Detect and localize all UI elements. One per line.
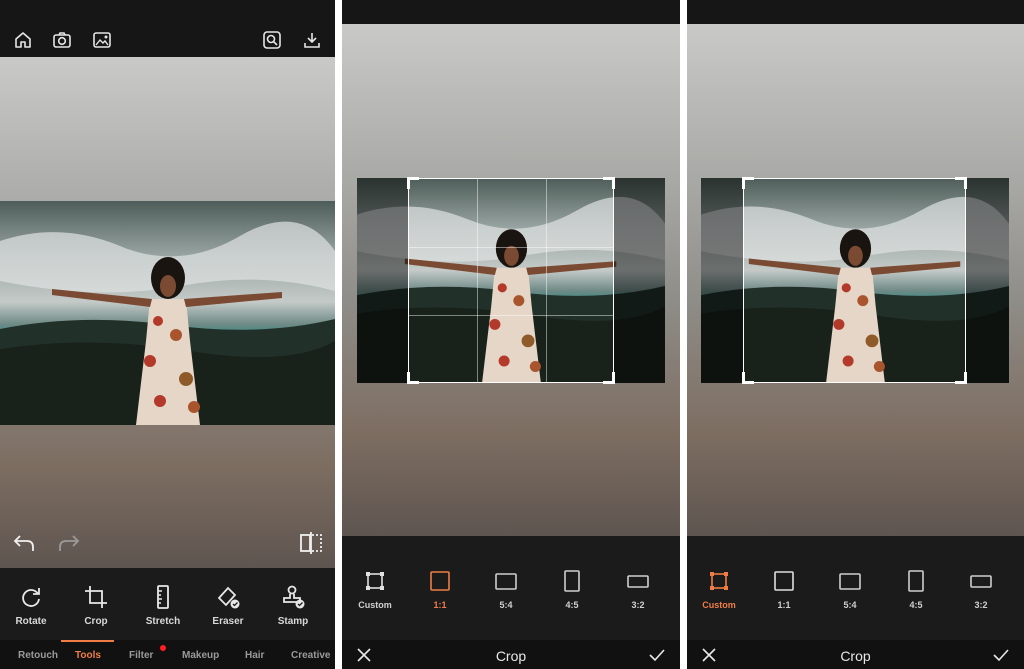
ratio-3-2[interactable]: 3:2 xyxy=(608,570,668,610)
rotate-icon xyxy=(22,588,40,607)
tool-label: Stretch xyxy=(145,616,181,627)
tool-stretch[interactable]: Stretch xyxy=(135,584,191,627)
aspect-ratio-bar: Custom 1:1 5:4 4:5 3:2 xyxy=(342,536,680,640)
search-image-icon[interactable] xyxy=(262,30,282,50)
ratio-label: 4:5 xyxy=(565,600,579,610)
grid-line xyxy=(477,179,478,382)
tool-label: Stamp xyxy=(277,616,309,627)
wide-ratio-icon xyxy=(627,575,649,588)
notification-dot xyxy=(160,645,166,651)
redo-icon[interactable] xyxy=(56,530,82,556)
ratio-label: 3:2 xyxy=(974,600,988,610)
top-toolbar xyxy=(0,0,335,57)
square-ratio-icon xyxy=(430,571,450,591)
camera-icon[interactable] xyxy=(52,30,72,50)
crop-handle-bottom-left[interactable] xyxy=(742,372,754,384)
check-icon[interactable] xyxy=(649,647,665,663)
ratio-label: 1:1 xyxy=(433,600,447,610)
crop-footer: Crop xyxy=(687,640,1024,669)
crop-icon xyxy=(85,586,107,608)
wide-ratio-icon xyxy=(970,575,992,588)
custom-ratio-icon xyxy=(366,572,384,590)
crop-handle-top-right[interactable] xyxy=(955,177,967,189)
crop-title: Crop xyxy=(495,648,527,664)
ratio-label: 3:2 xyxy=(631,600,645,610)
grid-line xyxy=(546,179,547,382)
grid-line xyxy=(409,315,613,316)
check-icon[interactable] xyxy=(993,647,1009,663)
ratio-1-1[interactable]: 1:1 xyxy=(754,570,814,610)
tab-tools[interactable]: Tools xyxy=(75,650,101,661)
tool-eraser[interactable]: Eraser xyxy=(200,584,256,627)
tool-stamp[interactable]: Stamp xyxy=(265,584,321,627)
crop-panel-custom: Custom 1:1 5:4 4:5 3:2 Crop xyxy=(687,0,1024,669)
ratio-label: Custom xyxy=(358,600,392,610)
stretch-icon xyxy=(157,585,169,609)
eraser-icon xyxy=(217,586,240,609)
tool-label: Rotate xyxy=(15,616,47,627)
ratio-5-4[interactable]: 5:4 xyxy=(476,570,536,610)
landscape-ratio-icon xyxy=(839,573,861,590)
stamp-icon xyxy=(283,585,305,609)
tab-makeup[interactable]: Makeup xyxy=(182,650,219,661)
grid-line xyxy=(409,247,613,248)
active-tab-indicator xyxy=(61,640,114,642)
portrait-ratio-icon xyxy=(564,570,580,592)
ratio-label: Custom xyxy=(702,600,736,610)
crop-mask-right xyxy=(614,178,665,383)
tool-crop[interactable]: Crop xyxy=(68,584,124,627)
crop-handle-top-left[interactable] xyxy=(742,177,754,189)
gallery-icon[interactable] xyxy=(92,30,112,50)
tab-hair[interactable]: Hair xyxy=(245,650,264,661)
aspect-ratio-bar: Custom 1:1 5:4 4:5 3:2 xyxy=(687,536,1024,640)
photo-canvas[interactable] xyxy=(0,201,335,425)
ratio-label: 4:5 xyxy=(909,600,923,610)
ratio-custom[interactable]: Custom xyxy=(345,570,405,610)
editor-panel: Rotate Crop Stretch Eraser Stamp Retouch… xyxy=(0,0,335,669)
landscape-ratio-icon xyxy=(495,573,517,590)
ratio-label: 5:4 xyxy=(499,600,513,610)
undo-icon[interactable] xyxy=(11,530,37,556)
ratio-4-5[interactable]: 4:5 xyxy=(886,570,946,610)
compare-icon[interactable] xyxy=(298,530,324,556)
tool-label: Crop xyxy=(84,616,108,627)
crop-title: Crop xyxy=(840,648,871,664)
download-icon[interactable] xyxy=(302,30,322,50)
crop-handle-top-right[interactable] xyxy=(603,177,615,189)
tool-strip: Rotate Crop Stretch Eraser Stamp xyxy=(0,568,335,640)
crop-footer: Crop xyxy=(342,640,680,669)
home-icon[interactable] xyxy=(13,30,33,50)
ratio-custom[interactable]: Custom xyxy=(689,570,749,610)
ratio-1-1[interactable]: 1:1 xyxy=(410,570,470,610)
ratio-3-2[interactable]: 3:2 xyxy=(951,570,1011,610)
crop-handle-bottom-left[interactable] xyxy=(407,372,419,384)
crop-panel-square: Custom 1:1 5:4 4:5 3:2 Crop xyxy=(342,0,680,669)
crop-handle-bottom-right[interactable] xyxy=(955,372,967,384)
tab-filter[interactable]: Filter xyxy=(129,650,153,661)
tab-creative[interactable]: Creative xyxy=(291,650,330,661)
crop-mask-left xyxy=(701,178,743,383)
crop-frame[interactable] xyxy=(742,177,967,384)
tool-label: Eraser xyxy=(212,616,244,627)
ratio-label: 1:1 xyxy=(777,600,791,610)
category-tabs: Retouch Tools Filter Makeup Hair Creativ… xyxy=(0,640,335,669)
ratio-4-5[interactable]: 4:5 xyxy=(542,570,602,610)
custom-ratio-icon xyxy=(710,572,728,590)
ratio-label: 5:4 xyxy=(843,600,857,610)
ratio-5-4[interactable]: 5:4 xyxy=(820,570,880,610)
square-ratio-icon xyxy=(774,571,794,591)
portrait-ratio-icon xyxy=(908,570,924,592)
crop-mask-right xyxy=(966,178,1009,383)
crop-mask-left xyxy=(357,178,408,383)
crop-frame[interactable] xyxy=(407,177,615,384)
tab-retouch[interactable]: Retouch xyxy=(18,650,58,661)
crop-handle-top-left[interactable] xyxy=(407,177,419,189)
tool-rotate[interactable]: Rotate xyxy=(3,584,59,627)
crop-handle-bottom-right[interactable] xyxy=(603,372,615,384)
